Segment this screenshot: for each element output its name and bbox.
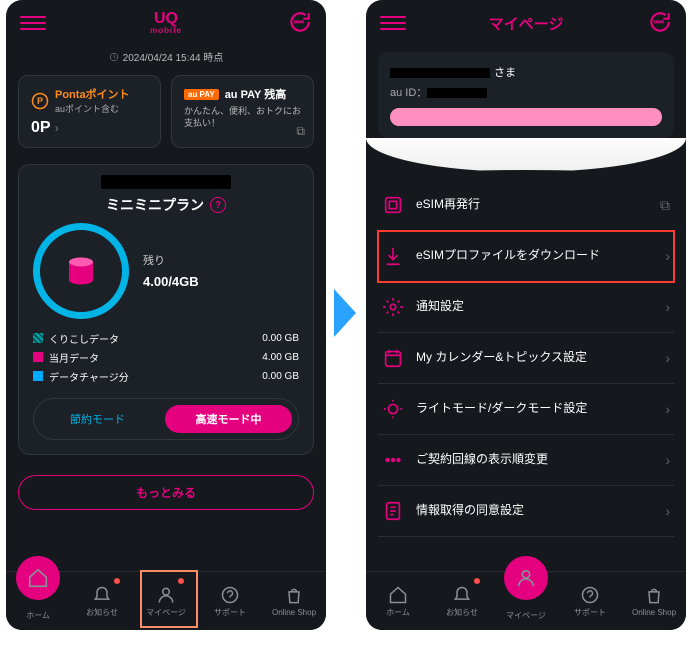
tab-home[interactable]: ホーム <box>366 572 430 630</box>
header: UQmobile <box>6 0 326 46</box>
aupay-desc: かんたん、便利、おトクにお支払い！ <box>184 106 301 129</box>
list-item-label: eSIMプロファイルをダウンロード <box>416 248 653 264</box>
external-icon: ⧉ <box>296 124 305 139</box>
redacted <box>101 175 231 189</box>
hamburger-icon[interactable] <box>20 10 46 36</box>
theme-icon <box>382 398 404 420</box>
redacted <box>390 68 490 78</box>
list-item-label: eSIM再発行 <box>416 197 648 213</box>
more-button[interactable]: もっとみる <box>18 475 314 510</box>
esim-icon <box>382 194 404 216</box>
tab-mypage[interactable]: マイページ <box>494 572 558 630</box>
chevron-right-icon: › <box>665 248 670 264</box>
user-suffix: さま <box>494 67 516 79</box>
mode-save[interactable]: 節約モード <box>40 405 155 433</box>
chevron-right-icon: › <box>665 503 670 519</box>
remain-total: /4GB <box>168 274 198 289</box>
list-item[interactable]: ご契約回線の表示順変更 › <box>378 435 674 486</box>
mode-toggle[interactable]: 節約モード 高速モード中 <box>33 398 299 440</box>
ponta-card[interactable]: PPontaポイントauポイント含む 0P › <box>18 75 161 148</box>
list-item-label: 情報取得の同意設定 <box>416 503 653 519</box>
tab-bar: ホーム お知らせ マイページ サポート Online Shop <box>366 571 686 630</box>
mode-fast[interactable]: 高速モード中 <box>165 405 292 433</box>
remain-value: 4.00 <box>143 274 168 289</box>
hamburger-icon[interactable] <box>380 10 406 36</box>
au-id-label: au ID： <box>390 87 427 99</box>
data-gauge <box>33 223 129 319</box>
list-item-label: ライトモード/ダークモード設定 <box>416 401 653 417</box>
aupay-badge: au PAY <box>184 89 219 100</box>
redacted <box>427 88 487 98</box>
consent-icon <box>382 500 404 522</box>
truncation-wave <box>366 138 686 172</box>
list-item-label: My カレンダー&トピックス設定 <box>416 350 653 366</box>
list-item[interactable]: eSIM再発行 ⧉ <box>378 180 674 231</box>
plan-name: ミニミニプラン <box>106 195 204 215</box>
chevron-right-icon: › <box>665 452 670 468</box>
svg-text:P: P <box>37 96 43 106</box>
tab-home[interactable]: ホーム <box>6 572 70 630</box>
timestamp: 2024/04/24 15:44 時点 <box>6 46 326 67</box>
plan-card: ミニミニプラン? 残り 4.00/4GB くりこしデータ0.00 GB 当月データ… <box>18 164 314 455</box>
tab-news[interactable]: お知らせ <box>430 572 494 630</box>
calendar-icon <box>382 347 404 369</box>
banner[interactable] <box>390 108 662 126</box>
dots-icon <box>382 449 404 471</box>
data-breakdown: くりこしデータ0.00 GB 当月データ4.00 GB データチャージ分0.00… <box>33 329 299 386</box>
ponta-title: Pontaポイント <box>55 86 130 102</box>
page-title: マイページ <box>489 13 564 34</box>
list-item[interactable]: My カレンダー&トピックス設定 › <box>378 333 674 384</box>
external-icon: ⧉ <box>660 197 670 214</box>
brand-logo: UQmobile <box>150 11 182 35</box>
tab-shop[interactable]: Online Shop <box>262 572 326 630</box>
tab-support[interactable]: サポート <box>558 572 622 630</box>
header: マイページ <box>366 0 686 46</box>
chevron-right-icon: › <box>665 299 670 315</box>
aupay-card[interactable]: au PAY au PAY 残高 かんたん、便利、おトクにお支払い！ ⧉ <box>171 75 314 148</box>
list-item[interactable]: 通知設定 › <box>378 282 674 333</box>
chat-icon[interactable] <box>646 10 672 36</box>
ponta-sub: auポイント含む <box>55 102 130 115</box>
help-icon[interactable]: ? <box>210 197 226 213</box>
flow-arrow-icon <box>334 289 358 342</box>
tab-mypage[interactable]: マイページ <box>134 572 198 630</box>
chevron-right-icon: › <box>665 350 670 366</box>
chat-icon[interactable] <box>286 10 312 36</box>
tab-bar: ホーム お知らせ マイページ サポート Online Shop <box>6 571 326 630</box>
tab-shop[interactable]: Online Shop <box>622 572 686 630</box>
tab-support[interactable]: サポート <box>198 572 262 630</box>
ponta-value: 0P <box>31 119 50 136</box>
remain-label: 残り <box>143 252 199 268</box>
list-item-label: 通知設定 <box>416 299 653 315</box>
list-item[interactable]: 情報取得の同意設定 › <box>378 486 674 537</box>
phone-home: UQmobile 2024/04/24 15:44 時点 PPontaポイントa… <box>6 0 326 630</box>
list-item[interactable]: ライトモード/ダークモード設定 › <box>378 384 674 435</box>
aupay-title: au PAY 残高 <box>225 86 287 102</box>
list-item-label: ご契約回線の表示順変更 <box>416 452 653 468</box>
tab-news[interactable]: お知らせ <box>70 572 134 630</box>
list-item[interactable]: eSIMプロファイルをダウンロード › <box>378 231 674 282</box>
download-icon <box>382 245 404 267</box>
gear-icon <box>382 296 404 318</box>
settings-list: eSIM再発行⧉eSIMプロファイルをダウンロード›通知設定›My カレンダー&… <box>366 180 686 537</box>
chevron-right-icon: › <box>665 401 670 417</box>
user-card: さま au ID： <box>378 52 674 138</box>
phone-mypage: マイページ さま au ID： eSIM再発行 ⧉ eSIMプロファイルをダウンロー… <box>366 0 686 630</box>
